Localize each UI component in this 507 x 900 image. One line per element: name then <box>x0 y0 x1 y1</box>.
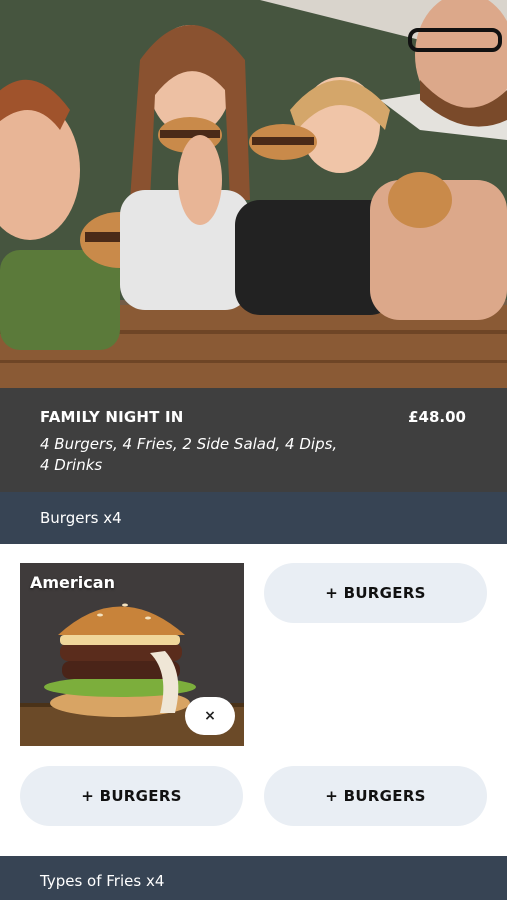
offer-price: £48.00 <box>408 408 466 426</box>
add-burger-label: + BURGERS <box>325 584 426 602</box>
offer-description: 4 Burgers, 4 Fries, 2 Side Salad, 4 Dips… <box>40 435 338 474</box>
burger-name: American <box>30 573 115 592</box>
hero-image <box>0 0 507 388</box>
family-eating-burgers-illustration <box>0 0 507 388</box>
section-label: Types of Fries x4 <box>40 872 165 890</box>
section-header-fries: Types of Fries x4 <box>0 856 507 900</box>
offer-info-panel: FAMILY NIGHT IN £48.00 4 Burgers, 4 Frie… <box>0 388 507 492</box>
add-burger-button-4[interactable]: + BURGERS <box>264 766 487 826</box>
add-burger-button-3[interactable]: + BURGERS <box>20 766 243 826</box>
selected-burger-card[interactable]: American × <box>20 563 244 746</box>
add-burger-label: + BURGERS <box>81 787 182 805</box>
remove-burger-button[interactable]: × <box>185 697 235 735</box>
add-burger-button-2[interactable]: + BURGERS <box>264 563 487 623</box>
offer-title: FAMILY NIGHT IN <box>40 408 184 426</box>
section-label: Burgers x4 <box>40 509 122 527</box>
close-icon: × <box>204 708 216 724</box>
section-header-burgers: Burgers x4 <box>0 492 507 544</box>
add-burger-label: + BURGERS <box>325 787 426 805</box>
